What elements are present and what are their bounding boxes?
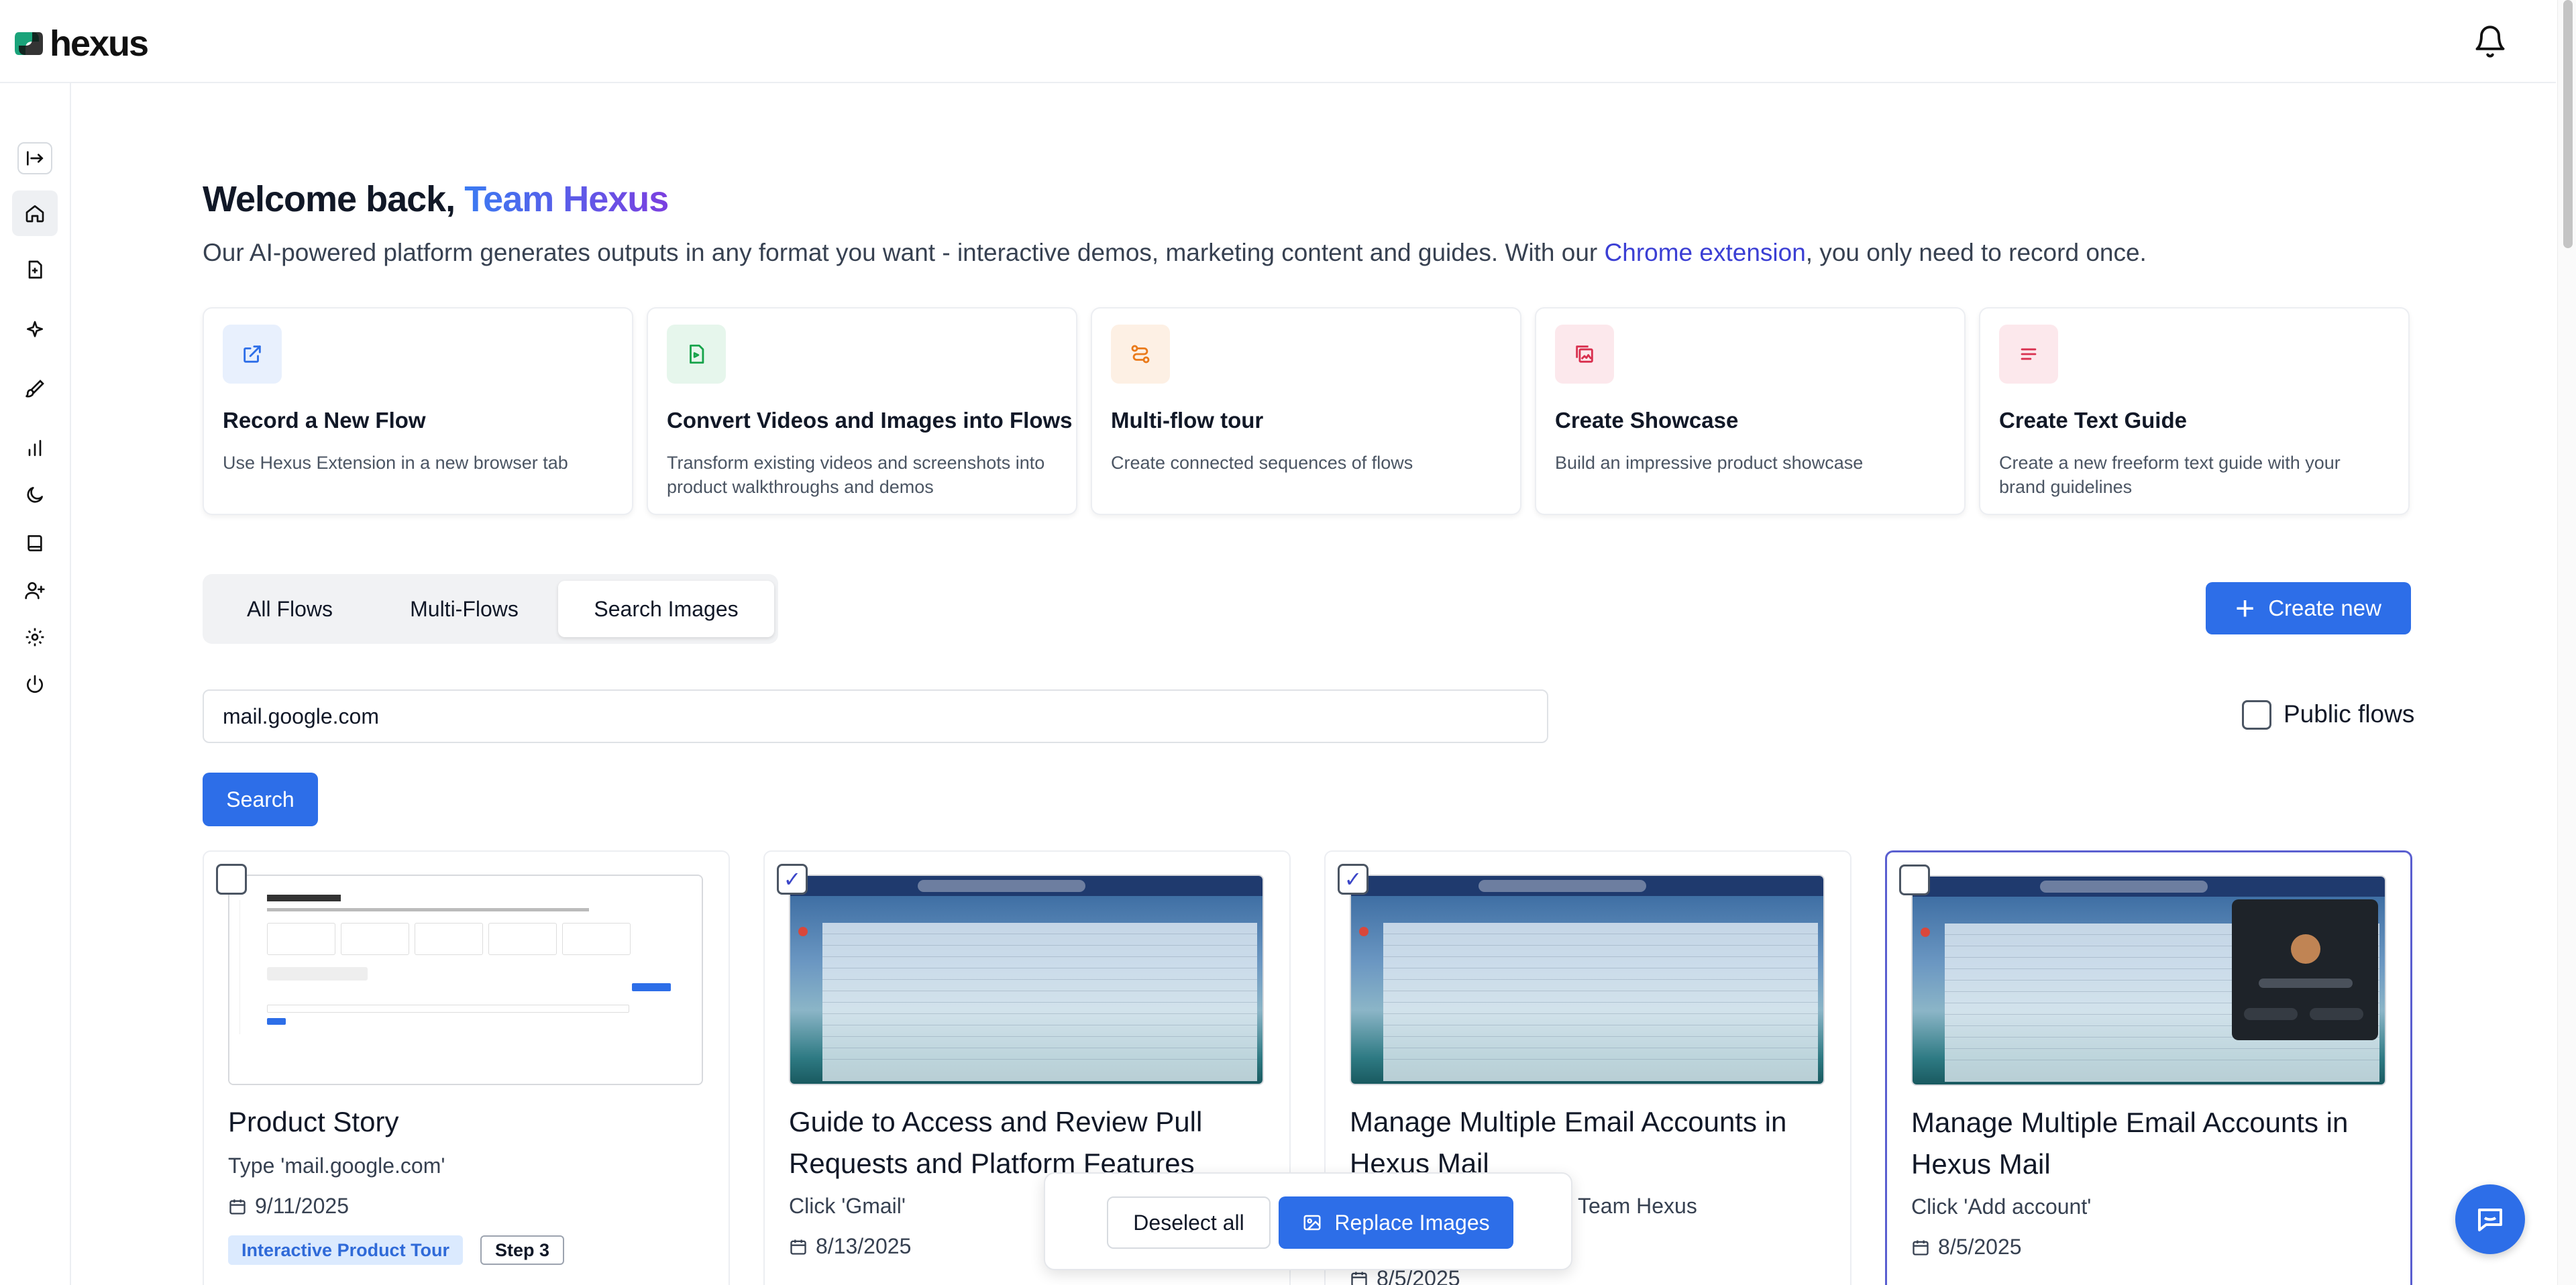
card-date-text: 9/11/2025 (255, 1194, 349, 1218)
quick-action-convert[interactable]: Convert Videos and Images into Flows Tra… (647, 307, 1077, 515)
subtitle-text-after: , you only need to record once. (1805, 239, 2147, 266)
quick-action-desc: Create connected sequences of flows (1111, 453, 1413, 473)
card-type-badge: Interactive Product Tour (228, 1235, 464, 1265)
gallery-icon (1555, 325, 1614, 384)
chat-support-button[interactable] (2455, 1184, 2525, 1254)
tab-all-flows[interactable]: All Flows (209, 581, 370, 637)
quick-action-record-flow[interactable]: Record a New Flow Use Hexus Extension in… (203, 307, 633, 515)
theme-moon-icon[interactable] (20, 480, 50, 510)
replace-images-button[interactable]: Replace Images (1279, 1196, 1513, 1249)
sidebar (0, 83, 71, 1285)
card-date: 8/13/2025 (789, 1234, 911, 1259)
card-select-checkbox[interactable]: ✓ (1338, 864, 1368, 895)
card-step-text: Click 'Gmail' (789, 1194, 906, 1218)
analytics-icon[interactable] (20, 433, 50, 463)
create-new-label: Create new (2268, 596, 2381, 620)
welcome-heading: Welcome back, Team Hexus (203, 178, 669, 220)
sidebar-expand-icon[interactable] (17, 142, 52, 174)
quick-action-title: Record a New Flow (223, 408, 426, 433)
brush-icon[interactable] (20, 374, 50, 404)
selection-action-bar: Deselect all Replace Images (1044, 1172, 1572, 1270)
text-lines-icon (1999, 325, 2058, 384)
external-link-icon (223, 325, 282, 384)
flow-card[interactable]: Manage Multiple Email Accounts in Hexus … (1885, 850, 2412, 1285)
card-title: Manage Multiple Email Accounts in Hexus … (1911, 1107, 2349, 1180)
search-button[interactable]: Search (203, 773, 318, 826)
flow-tabs: All Flows Multi-Flows Search Images (203, 574, 778, 644)
notification-bell-icon[interactable] (2473, 23, 2508, 60)
home-icon[interactable] (12, 190, 58, 236)
chat-icon (2478, 1209, 2502, 1231)
quick-action-title: Create Text Guide (1999, 408, 2187, 433)
flows-icon[interactable] (20, 255, 50, 284)
card-step-text: Team Hexus (1578, 1194, 1697, 1218)
calendar-icon (229, 1199, 246, 1215)
file-convert-icon (667, 325, 726, 384)
public-flows-label: Public flows (2284, 700, 2415, 728)
card-date-text: 8/13/2025 (816, 1234, 912, 1258)
quick-action-title: Create Showcase (1555, 408, 1739, 433)
quick-action-desc: Use Hexus Extension in a new browser tab (223, 453, 568, 473)
quick-action-title: Multi-flow tour (1111, 408, 1264, 433)
quick-action-desc: Transform existing videos and screenshot… (667, 453, 1045, 497)
card-title: Product Story (228, 1106, 399, 1137)
image-icon (1303, 1215, 1321, 1231)
replace-images-label: Replace Images (1334, 1210, 1490, 1235)
quick-action-multiflow[interactable]: Multi-flow tour Create connected sequenc… (1091, 307, 1521, 515)
logout-power-icon[interactable] (20, 669, 50, 699)
tab-search-images[interactable]: Search Images (558, 581, 774, 637)
page-scrollbar[interactable] (2557, 0, 2576, 1285)
flow-thumbnail (1911, 875, 2386, 1086)
chrome-extension-link[interactable]: Chrome extension (1605, 239, 1806, 266)
top-bar: hexus (0, 0, 2556, 83)
quick-action-desc: Create a new freeform text guide with yo… (1999, 453, 2341, 497)
card-step-text: Type 'mail.google.com' (228, 1154, 445, 1178)
card-date-text: 8/5/2025 (1938, 1235, 2022, 1259)
tab-multi-flows[interactable]: Multi-Flows (370, 581, 558, 637)
card-select-checkbox[interactable] (216, 864, 247, 895)
welcome-subtitle: Our AI-powered platform generates output… (203, 239, 2147, 267)
hexus-logo[interactable]: hexus (12, 23, 149, 64)
ai-sparkle-icon[interactable] (20, 315, 50, 345)
public-flows-checkbox[interactable] (2242, 700, 2271, 730)
book-icon[interactable] (20, 528, 50, 558)
flow-card[interactable]: Product Story Type 'mail.google.com' 9/1… (203, 850, 730, 1285)
card-date: 9/11/2025 (228, 1194, 349, 1219)
brand-name: hexus (50, 23, 149, 64)
calendar-icon (1351, 1272, 1367, 1285)
calendar-icon (1913, 1240, 1929, 1255)
create-new-button[interactable]: + Create new (2206, 582, 2411, 634)
calendar-icon (790, 1239, 806, 1255)
hexus-logo-icon (15, 32, 43, 55)
card-step-badge: Step 3 (480, 1235, 565, 1265)
flow-thumbnail (789, 875, 1264, 1085)
route-icon (1111, 325, 1170, 384)
flow-thumbnail (228, 875, 703, 1085)
card-select-checkbox[interactable]: ✓ (777, 864, 808, 895)
settings-gear-icon[interactable] (20, 622, 50, 652)
quick-action-desc: Build an impressive product showcase (1555, 453, 1864, 473)
quick-action-title: Convert Videos and Images into Flows (667, 408, 1073, 433)
card-step-text: Click 'Add account' (1911, 1194, 2092, 1219)
card-select-checkbox[interactable] (1899, 864, 1930, 895)
image-search-input[interactable] (203, 689, 1548, 743)
deselect-all-button[interactable]: Deselect all (1107, 1196, 1271, 1249)
welcome-team-name: Team Hexus (464, 179, 669, 219)
subtitle-text-before: Our AI-powered platform generates output… (203, 239, 1605, 266)
card-date: 8/5/2025 (1911, 1235, 2022, 1260)
welcome-prefix: Welcome back, (203, 179, 465, 219)
flow-thumbnail (1350, 875, 1825, 1085)
quick-action-showcase[interactable]: Create Showcase Build an impressive prod… (1535, 307, 1966, 515)
add-user-icon[interactable] (20, 575, 50, 605)
quick-action-text-guide[interactable]: Create Text Guide Create a new freeform … (1979, 307, 2410, 515)
scrollbar-thumb[interactable] (2563, 0, 2573, 248)
plus-icon: + (2235, 590, 2255, 627)
